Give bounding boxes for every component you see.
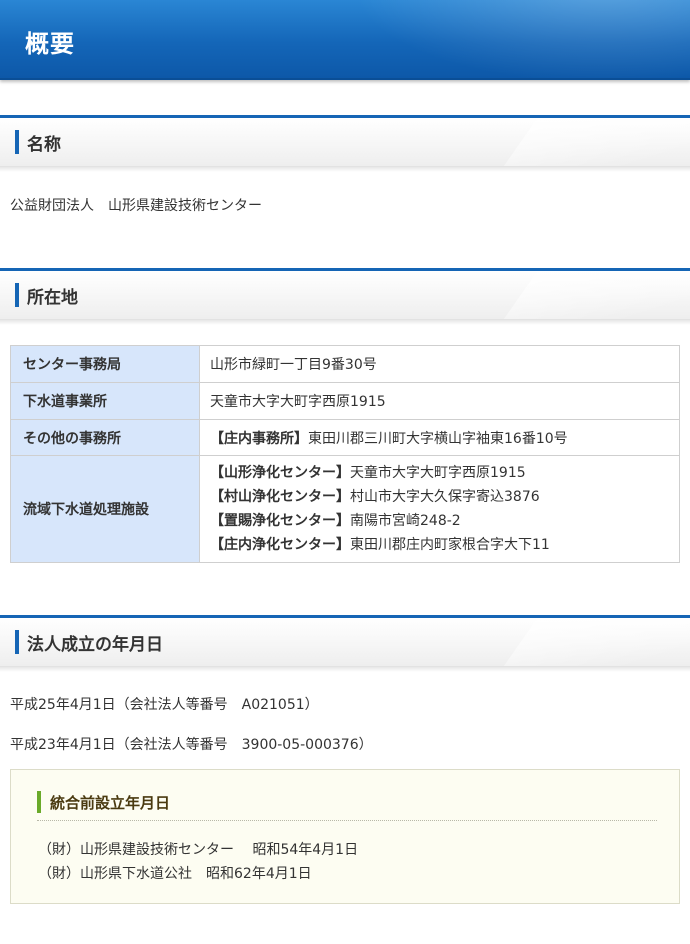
table-row: 流域下水道処理施設 【山形浄化センター】天童市大字大町字西原1915 【村山浄化… xyxy=(10,455,680,563)
page-header: 概要 xyxy=(0,0,690,80)
row-value: 山形市緑町一丁目9番30号 xyxy=(199,345,680,383)
row-value: 【山形浄化センター】天童市大字大町字西原1915 【村山浄化センター】村山市大字… xyxy=(199,455,680,563)
table-row: センター事務局 山形市緑町一丁目9番30号 xyxy=(10,345,680,383)
location-table: センター事務局 山形市緑町一丁目9番30号 下水道事業所 天童市大字大町字西原1… xyxy=(10,345,680,563)
row-label: 流域下水道処理施設 xyxy=(10,455,200,563)
section-heading-established: 法人成立の年月日 xyxy=(0,615,690,667)
row-label: その他の事務所 xyxy=(10,419,200,456)
established-date: 平成25年4月1日（会社法人等番号 A021051） xyxy=(10,697,319,713)
table-row: その他の事務所 【庄内事務所】東田川郡三川町大字横山字袖東16番10号 xyxy=(10,419,680,456)
facility-item: 【庄内浄化センター】東田川郡庄内町家根合字大下11 xyxy=(210,537,550,553)
facility-item: 【置賜浄化センター】南陽市宮崎248-2 xyxy=(210,513,461,529)
heading-accent-bar xyxy=(15,283,19,307)
row-label: 下水道事業所 xyxy=(10,382,200,420)
pre-merger-date: （財）山形県下水道公社 昭和62年4月1日 xyxy=(38,866,312,882)
table-row: 下水道事業所 天童市大字大町字西原1915 xyxy=(10,382,680,420)
heading-accent-bar xyxy=(37,791,41,813)
organization-name: 公益財団法人 山形県建設技術センター xyxy=(10,198,262,214)
heading-accent-bar xyxy=(15,630,19,654)
row-label: センター事務局 xyxy=(10,345,200,383)
pre-merger-date: （財）山形県建設技術センター 昭和54年4月1日 xyxy=(38,842,359,858)
header-sheen xyxy=(310,0,690,78)
pre-merger-title: 統合前設立年月日 xyxy=(50,794,171,812)
section-title: 法人成立の年月日 xyxy=(27,635,163,655)
facility-item: 【村山浄化センター】村山市大字大久保字寄込3876 xyxy=(210,489,540,505)
section-title: 名称 xyxy=(27,135,61,155)
row-value: 【庄内事務所】東田川郡三川町大字横山字袖東16番10号 xyxy=(199,419,680,456)
office-address: 東田川郡三川町大字横山字袖東16番10号 xyxy=(308,430,568,447)
heading-accent-bar xyxy=(15,130,19,154)
section-title: 所在地 xyxy=(27,288,78,308)
row-value: 天童市大字大町字西原1915 xyxy=(199,382,680,420)
page-title: 概要 xyxy=(25,30,75,58)
dotted-divider xyxy=(37,820,657,821)
pre-merger-box: 統合前設立年月日 （財）山形県建設技術センター 昭和54年4月1日 （財）山形県… xyxy=(10,769,680,904)
office-name: 【庄内事務所】 xyxy=(210,430,308,447)
established-date: 平成23年4月1日（会社法人等番号 3900-05-000376） xyxy=(10,737,373,753)
facility-item: 【山形浄化センター】天童市大字大町字西原1915 xyxy=(210,465,526,481)
section-heading-location: 所在地 xyxy=(0,268,690,320)
section-heading-name: 名称 xyxy=(0,115,690,167)
